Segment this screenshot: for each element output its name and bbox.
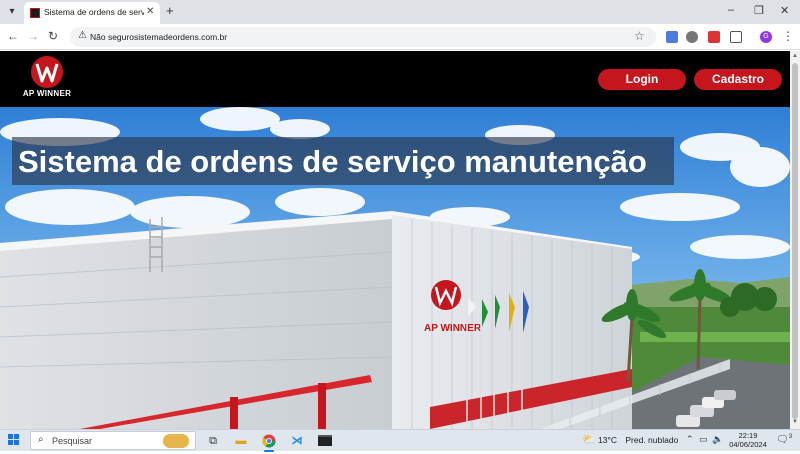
windows-taskbar: ⌕ Pesquisar ⧉ ▬ ⋊ ⛅ 13°C Pred. nublado ⌃… bbox=[0, 429, 800, 452]
forward-icon[interactable]: → bbox=[26, 29, 40, 43]
page-scrollbar[interactable]: ▲ ▼ bbox=[790, 51, 800, 429]
close-window-icon[interactable]: ✕ bbox=[780, 4, 789, 17]
tab-search-icon[interactable]: ▾ bbox=[4, 4, 20, 20]
warning-icon[interactable]: ⚠ bbox=[78, 30, 87, 41]
reload-icon[interactable]: ↻ bbox=[46, 29, 60, 43]
vscode-taskbar-icon[interactable]: ⋊ bbox=[288, 432, 306, 450]
bookmark-star-icon[interactable]: ☆ bbox=[634, 29, 645, 43]
site-favicon-icon bbox=[30, 8, 40, 18]
terminal-taskbar-icon[interactable] bbox=[316, 432, 334, 450]
tab-title: Sistema de ordens de serviço bbox=[44, 7, 144, 17]
weather-temperature: 13°C bbox=[598, 435, 617, 445]
extension-pdf-icon[interactable] bbox=[708, 31, 720, 43]
taskbar-clock[interactable]: 22:19 04/06/2024 bbox=[728, 431, 768, 449]
chrome-taskbar-icon[interactable] bbox=[260, 432, 278, 452]
scroll-down-icon[interactable]: ▼ bbox=[792, 419, 798, 425]
windows-start-icon[interactable] bbox=[8, 434, 20, 446]
minimize-icon[interactable]: – bbox=[728, 4, 734, 16]
site-header: AP WINNER Login Cadastro bbox=[0, 51, 790, 107]
back-icon[interactable]: ← bbox=[6, 29, 20, 43]
browser-toolbar: ← → ↻ ⚠ Não seguro sistemadeordens.com.b… bbox=[0, 24, 800, 50]
profile-avatar[interactable]: G bbox=[760, 31, 772, 43]
tray-expand-icon[interactable]: ⌃ bbox=[686, 434, 694, 444]
browser-tab[interactable]: Sistema de ordens de serviço ✕ bbox=[24, 2, 160, 24]
building-sign-text: AP WINNER bbox=[424, 323, 482, 334]
scroll-thumb[interactable] bbox=[792, 63, 798, 419]
url-text[interactable]: sistemadeordens.com.br bbox=[134, 32, 227, 42]
search-highlight-icon bbox=[163, 434, 189, 448]
file-explorer-icon[interactable]: ▬ bbox=[232, 432, 250, 450]
search-icon: ⌕ bbox=[38, 434, 44, 445]
address-bar[interactable]: ⚠ Não seguro sistemadeordens.com.br ☆ bbox=[70, 27, 656, 47]
scroll-up-icon[interactable]: ▲ bbox=[792, 53, 798, 59]
task-view-icon[interactable]: ⧉ bbox=[204, 432, 222, 450]
clock-time: 22:19 bbox=[738, 431, 758, 440]
network-icon[interactable]: ▭ bbox=[699, 434, 708, 444]
login-button[interactable]: Login bbox=[598, 69, 686, 90]
system-tray: ⌃ ▭ 🔈 bbox=[686, 434, 723, 445]
restore-icon[interactable]: ❐ bbox=[754, 4, 764, 17]
translate-icon[interactable] bbox=[666, 31, 678, 43]
notification-count: 3 bbox=[788, 434, 793, 440]
new-tab-icon[interactable]: + bbox=[166, 4, 174, 18]
extension-globe-icon[interactable] bbox=[686, 31, 698, 43]
hero-section: AP WINNER Sistema de ordens de serviço m… bbox=[0, 107, 790, 429]
ap-winner-logo-icon[interactable] bbox=[30, 55, 64, 89]
hero-title-box: Sistema de ordens de serviço manutenção bbox=[12, 137, 674, 185]
security-status[interactable]: Não seguro bbox=[90, 32, 134, 42]
taskbar-search-box[interactable]: ⌕ Pesquisar bbox=[30, 431, 196, 450]
hero-title: Sistema de ordens de serviço manutenção bbox=[18, 144, 647, 179]
weather-text[interactable]: 13°C Pred. nublado bbox=[598, 435, 678, 445]
clock-date: 04/06/2024 bbox=[729, 440, 767, 449]
close-tab-icon[interactable]: ✕ bbox=[146, 6, 154, 17]
volume-icon[interactable]: 🔈 bbox=[712, 434, 723, 444]
search-placeholder: Pesquisar bbox=[52, 436, 93, 446]
browser-menu-icon[interactable]: ⋮ bbox=[782, 29, 794, 43]
notifications-icon[interactable]: 🗨3 bbox=[776, 434, 792, 445]
extensions-puzzle-icon[interactable] bbox=[730, 31, 742, 43]
weather-condition: Pred. nublado bbox=[625, 435, 679, 445]
signup-button[interactable]: Cadastro bbox=[694, 69, 782, 90]
browser-tab-strip: ▾ Sistema de ordens de serviço ✕ + – ❐ ✕ bbox=[0, 0, 800, 24]
weather-cloud-icon[interactable]: ⛅ bbox=[582, 433, 596, 446]
logo-text: AP WINNER bbox=[22, 89, 72, 98]
